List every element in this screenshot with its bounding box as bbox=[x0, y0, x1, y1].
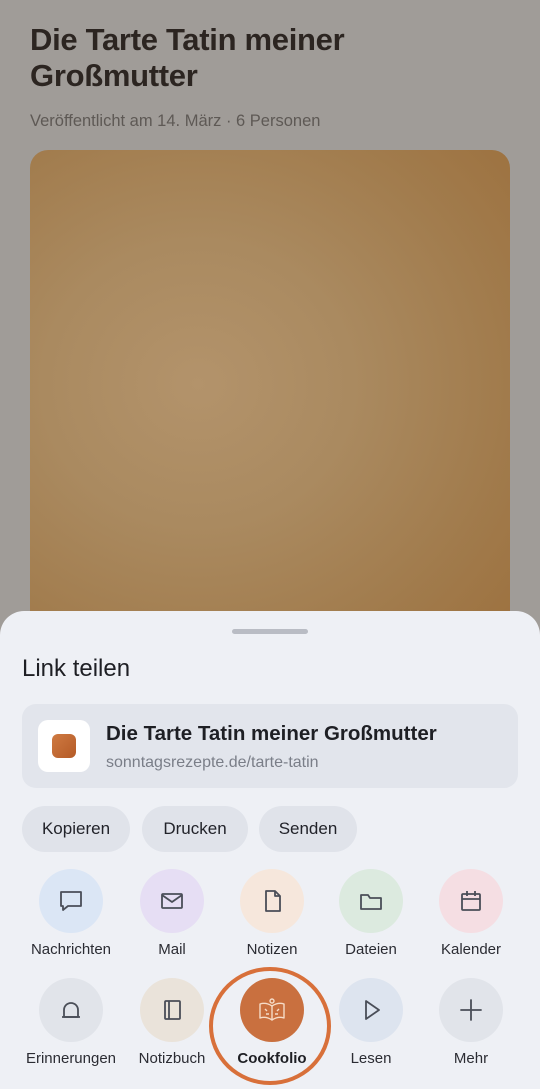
share-target-label: Kalender bbox=[440, 941, 502, 958]
sheet-grabber[interactable] bbox=[232, 629, 308, 634]
copy-button[interactable]: Kopieren bbox=[22, 806, 130, 852]
link-preview-card: Die Tarte Tatin meiner Großmutter sonnta… bbox=[22, 704, 518, 788]
send-button[interactable]: Senden bbox=[259, 806, 357, 852]
calendar-icon bbox=[439, 869, 503, 933]
mail-icon bbox=[140, 869, 204, 933]
share-target-label: Mehr bbox=[453, 1050, 489, 1067]
link-url: sonntagsrezepte.de/tarte-tatin bbox=[106, 754, 319, 771]
bell-icon bbox=[39, 978, 103, 1042]
notebook-icon bbox=[140, 978, 204, 1042]
document-icon bbox=[240, 869, 304, 933]
print-button[interactable]: Drucken bbox=[142, 806, 248, 852]
site-icon bbox=[38, 720, 90, 772]
share-sheet-title: Link teilen bbox=[22, 655, 131, 682]
play-icon bbox=[339, 978, 403, 1042]
hero-image bbox=[30, 150, 510, 670]
folder-icon bbox=[339, 869, 403, 933]
article-meta: Veröffentlicht am 14. März · 6 Personen bbox=[30, 112, 321, 130]
plus-icon bbox=[439, 978, 503, 1042]
link-title: Die Tarte Tatin meiner Großmutter bbox=[106, 722, 437, 745]
article-title: Die Tarte Tatin meiner Großmutter bbox=[30, 22, 345, 93]
highlight-ring bbox=[209, 967, 331, 1085]
chat-bubble-icon bbox=[39, 869, 103, 933]
